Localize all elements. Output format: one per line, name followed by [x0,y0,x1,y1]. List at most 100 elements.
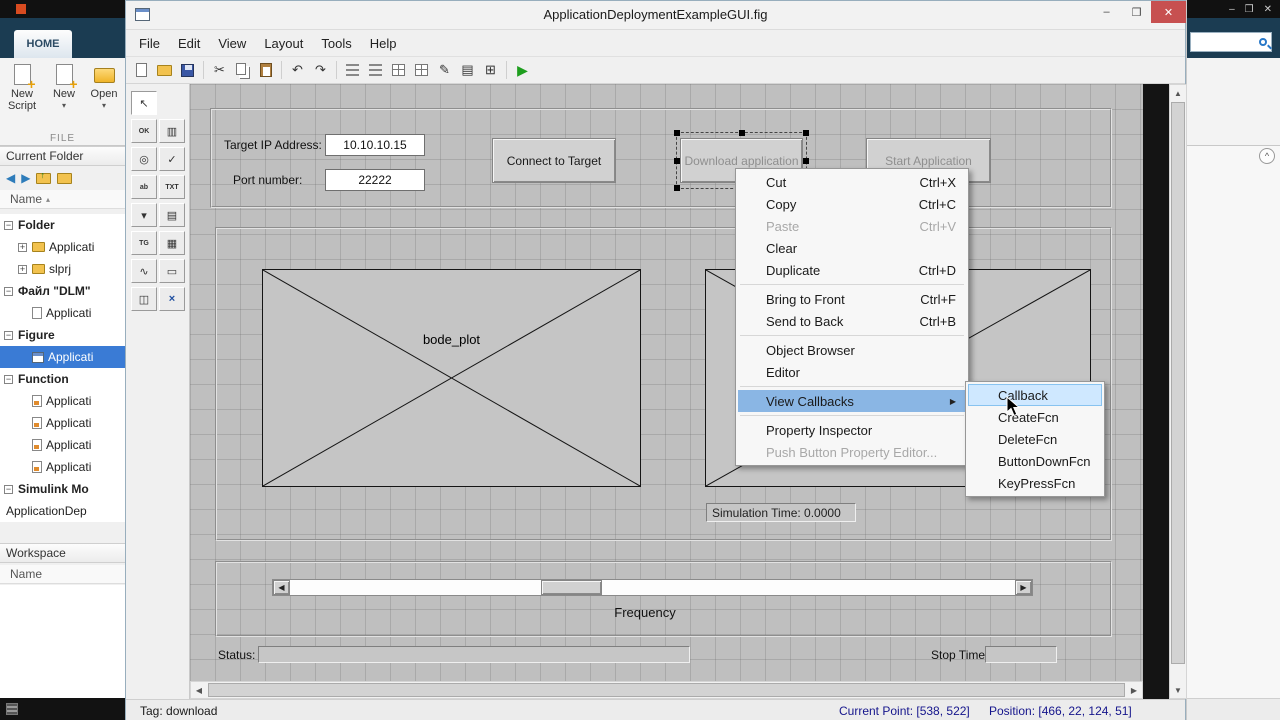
collapse-icon[interactable]: − [4,484,13,494]
current-folder-header[interactable]: Current Folder [0,146,125,166]
slider-tool[interactable]: ▥ [159,119,185,143]
scroll-up-button[interactable]: ▲ [1170,85,1186,101]
static-text-tool[interactable]: TXT [159,175,185,199]
radio-button-tool[interactable]: ◎ [131,147,157,171]
tree-group-simulink-model[interactable]: − Simulink Mo [0,478,125,500]
menu-layout[interactable]: Layout [255,32,312,55]
tree-item-function-file[interactable]: Applicati [0,456,125,478]
activex-tool[interactable]: × [159,287,185,311]
simulation-time-text[interactable]: Simulation Time: 0.0000 [706,503,856,522]
search-icon[interactable] [1259,38,1267,46]
open-figure-button[interactable] [154,60,175,81]
collapse-icon[interactable]: − [4,286,13,296]
close-icon[interactable]: ✕ [1264,4,1272,15]
ip-address-label[interactable]: Target IP Address: [224,138,322,152]
vertical-scroll-thumb[interactable] [1171,102,1185,664]
button-group-tool[interactable]: ◫ [131,287,157,311]
copy-button[interactable] [232,60,253,81]
status-label[interactable]: Status: [218,648,255,662]
collapse-icon[interactable]: − [4,330,13,340]
menu-item-send-to-back[interactable]: Send to Back Ctrl+B [738,310,966,332]
frequency-label[interactable]: Frequency [614,605,675,620]
scroll-right-button[interactable]: ▶ [1126,682,1142,698]
axes-tool[interactable]: ∿ [131,259,157,283]
tree-item-application-folder[interactable]: + Applicati [0,236,125,258]
up-folder-button[interactable] [36,170,52,184]
table-tool[interactable]: ▦ [159,231,185,255]
menu-item-cut[interactable]: Cut Ctrl+X [738,171,966,193]
new-button[interactable]: New ▾ [44,64,84,112]
popup-menu-tool[interactable]: ▾ [131,203,157,227]
status-field[interactable] [258,646,690,663]
expand-icon[interactable]: + [18,264,27,274]
close-button[interactable]: ✕ [1151,1,1186,23]
push-button-tool[interactable]: OK [131,119,157,143]
port-number-label[interactable]: Port number: [233,173,302,187]
expand-icon[interactable]: + [18,242,27,252]
minimize-icon[interactable]: – [1229,4,1235,15]
menu-item-push-button-property-editor[interactable]: Push Button Property Editor... [738,441,966,463]
menu-view[interactable]: View [209,32,255,55]
menu-editor-button[interactable] [365,60,386,81]
save-button[interactable] [177,60,198,81]
panel-tool[interactable]: ▭ [159,259,185,283]
frequency-slider[interactable]: ◀ ▶ [272,579,1033,596]
minimize-button[interactable]: – [1092,1,1121,23]
collapse-icon[interactable]: − [4,220,13,230]
menu-item-clear[interactable]: Clear [738,237,966,259]
new-figure-button[interactable] [131,60,152,81]
connect-to-target-button[interactable]: Connect to Target [492,138,616,183]
frequency-panel[interactable]: ◀ ▶ Frequency [215,561,1112,637]
cut-button[interactable]: ✂ [209,60,230,81]
maximize-button[interactable]: ❒ [1122,1,1151,23]
submenu-item-keypressfcn[interactable]: KeyPressFcn [968,472,1102,494]
back-button[interactable]: ◀ [6,171,15,185]
tree-item-dlm-file[interactable]: Applicati [0,302,125,324]
menu-item-copy[interactable]: Copy Ctrl+C [738,193,966,215]
new-script-button[interactable]: New Script [2,64,42,112]
collapse-icon[interactable]: − [4,374,13,384]
menu-item-view-callbacks[interactable]: View Callbacks ▶ [738,390,966,412]
forward-button[interactable]: ▶ [21,171,30,185]
tab-order-editor-button[interactable] [388,60,409,81]
tree-item-figure-file[interactable]: Applicati [0,346,125,368]
submenu-item-callback[interactable]: Callback [968,384,1102,406]
guide-titlebar[interactable]: ApplicationDeploymentExampleGUI.fig – ❒ … [126,1,1186,30]
submenu-item-buttondownfcn[interactable]: ButtonDownFcn [968,450,1102,472]
ip-address-field[interactable]: 10.10.10.15 [325,134,425,156]
tree-item-function-file[interactable]: Applicati [0,390,125,412]
toolbar-editor-button[interactable] [411,60,432,81]
menu-item-duplicate[interactable]: Duplicate Ctrl+D [738,259,966,281]
checkbox-tool[interactable]: ✓ [159,147,185,171]
port-number-field[interactable]: 22222 [325,169,425,191]
tree-group-function[interactable]: − Function [0,368,125,390]
redo-button[interactable]: ↷ [310,60,331,81]
submenu-item-createfcn[interactable]: CreateFcn [968,406,1102,428]
align-objects-button[interactable] [342,60,363,81]
menu-file[interactable]: File [130,32,169,55]
tree-item-slprj[interactable]: + slprj [0,258,125,280]
paste-button[interactable] [255,60,276,81]
open-button[interactable]: Open ▾ [84,64,124,112]
tree-item-function-file[interactable]: Applicati [0,434,125,456]
workspace-header[interactable]: Workspace [0,543,125,563]
toggle-button-tool[interactable]: TG [131,231,157,255]
name-column-header[interactable]: Name ▴ [0,190,125,209]
menu-item-bring-to-front[interactable]: Bring to Front Ctrl+F [738,288,966,310]
menu-item-paste[interactable]: Paste Ctrl+V [738,215,966,237]
tree-group-folder[interactable]: − Folder [0,214,125,236]
mfile-editor-button[interactable]: ✎ [434,60,455,81]
maximize-icon[interactable]: ❒ [1245,4,1254,15]
vertical-scrollbar[interactable]: ▲ ▼ [1169,84,1187,699]
select-tool[interactable]: ↖ [131,91,157,115]
undo-button[interactable]: ↶ [287,60,308,81]
edit-text-tool[interactable]: ab [131,175,157,199]
bode-plot-axes[interactable]: bode_plot [262,269,641,487]
horizontal-scroll-thumb[interactable] [208,683,1125,697]
menu-item-editor[interactable]: Editor [738,361,966,383]
property-inspector-button[interactable]: ▤ [457,60,478,81]
slider-right-arrow[interactable]: ▶ [1015,580,1032,595]
tree-group-figure[interactable]: − Figure [0,324,125,346]
run-button[interactable]: ▶ [512,60,533,81]
menu-edit[interactable]: Edit [169,32,209,55]
